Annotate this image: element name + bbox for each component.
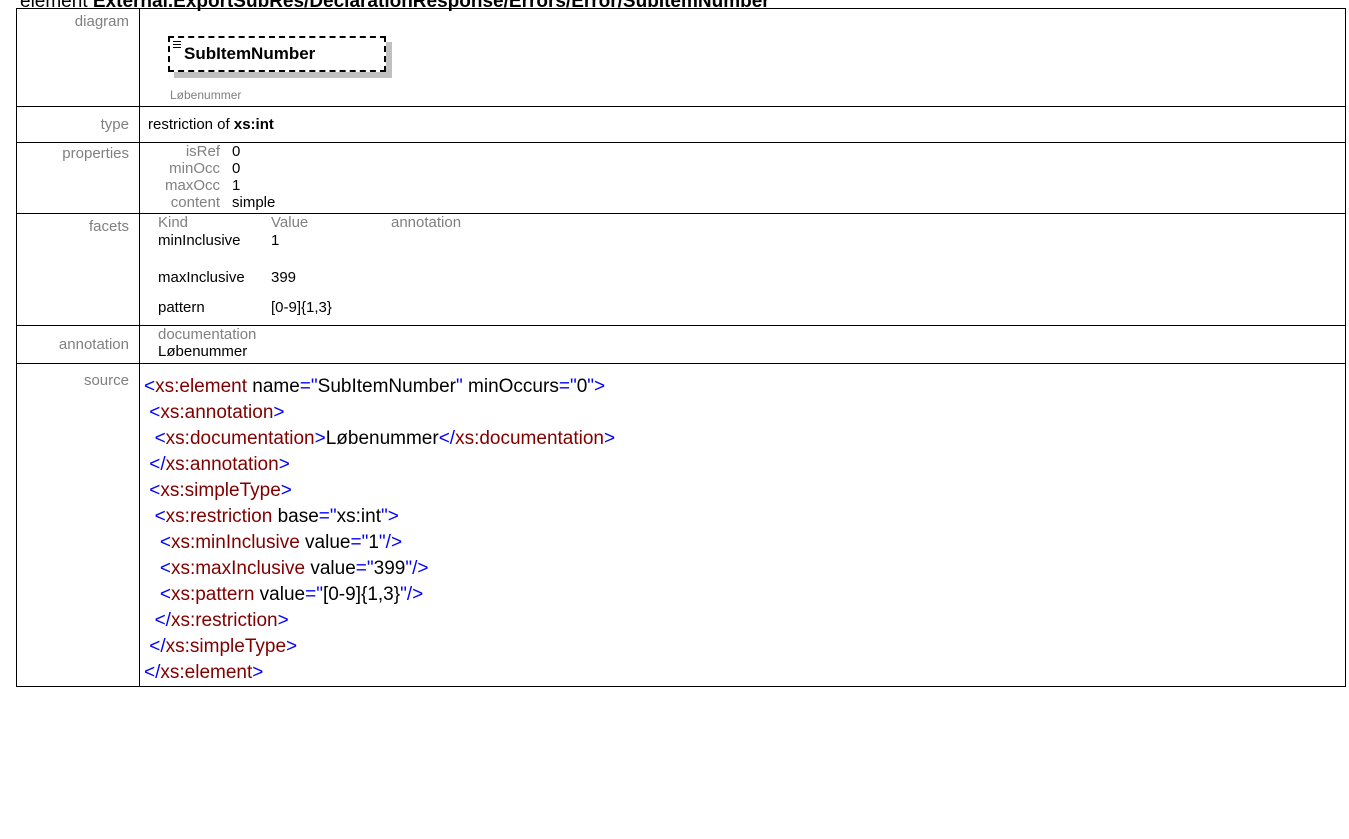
property-value: simple (232, 194, 276, 211)
facets-header-value: Value (271, 214, 309, 231)
source-line: <xs:annotation> (149, 402, 285, 423)
source-label: source (16, 363, 140, 687)
type-prefix: restriction of (148, 116, 234, 133)
type-base: xs:int (233, 116, 274, 133)
source-line: <xs:simpleType> (149, 480, 292, 501)
property-value: 0 (232, 160, 241, 177)
facets-header-row: Kind Value annotation (158, 214, 461, 232)
facets-header-kind: Kind (158, 214, 189, 231)
properties-table: isRef 0 minOcc 0 maxOcc 1 content simple (162, 143, 275, 211)
facets-row: facets Kind Value annotation minInclusiv… (16, 213, 1346, 326)
type-row: type restriction of xs:int (16, 106, 1346, 143)
facet-value: 399 (271, 268, 297, 286)
facets-table: Kind Value annotation minInclusive 1 max… (158, 214, 461, 322)
source-line: <xs:maxInclusive value="399"/> (159, 558, 429, 579)
properties-cell: isRef 0 minOcc 0 maxOcc 1 content simple (139, 142, 1346, 214)
diagram-row: diagram SubItemNumber Løbenummer (16, 8, 1346, 107)
source-line: </xs:element> (144, 662, 264, 683)
property-key: maxOcc (164, 177, 220, 194)
source-code: <xs:element name="SubItemNumber" minOccu… (144, 373, 1345, 686)
source-line: </xs:restriction> (154, 610, 289, 631)
facet-row: pattern [0-9]{1,3} (158, 292, 461, 322)
facet-value: 1 (271, 232, 280, 249)
facet-row: maxInclusive 399 (158, 262, 461, 292)
source-line: </xs:annotation> (149, 454, 290, 475)
properties-label: properties (16, 142, 140, 214)
type-cell: restriction of xs:int (139, 106, 1346, 143)
property-row: isRef 0 (162, 143, 275, 160)
element-node-doc: Løbenummer (170, 88, 242, 102)
property-key: minOcc (169, 160, 220, 177)
facet-kind: maxInclusive (158, 268, 245, 286)
annotation-cell: documentation Løbenummer (139, 325, 1346, 364)
annotation-header: documentation (158, 326, 257, 343)
element-doc-table: diagram SubItemNumber Løbenummer type re… (16, 8, 1346, 687)
source-cell: <xs:element name="SubItemNumber" minOccu… (139, 363, 1346, 687)
annotation-text: Løbenummer (158, 343, 248, 360)
diagram-label: diagram (16, 8, 140, 107)
source-line: </xs:simpleType> (149, 636, 298, 657)
annotation-row: annotation documentation Løbenummer (16, 325, 1346, 364)
source-line: <xs:pattern value="[0-9]{1,3}"/> (159, 584, 424, 605)
annotation-label: annotation (16, 325, 140, 364)
facets-label: facets (16, 213, 140, 326)
property-key: content (170, 194, 220, 211)
facets-cell: Kind Value annotation minInclusive 1 max… (139, 213, 1346, 326)
facet-kind: pattern (158, 298, 205, 316)
facet-value: [0-9]{1,3} (271, 298, 332, 316)
diagram-cell: SubItemNumber Løbenummer (139, 8, 1346, 107)
property-row: content simple (162, 194, 276, 211)
element-node-name: SubItemNumber (184, 44, 316, 63)
property-key: isRef (185, 143, 220, 160)
properties-row: properties isRef 0 minOcc 0 maxOcc 1 conten… (16, 142, 1346, 214)
property-row: maxOcc 1 (162, 177, 275, 194)
facet-annotation (391, 262, 461, 292)
source-line: <xs:restriction base="xs:int"> (154, 506, 399, 527)
source-row: source <xs:element name="SubItemNumber" … (16, 363, 1346, 687)
source-line: <xs:documentation>Løbenummer</xs:documen… (154, 428, 616, 449)
property-value: 1 (232, 177, 241, 194)
facet-row: minInclusive 1 (158, 232, 461, 262)
facet-annotation (391, 292, 461, 322)
type-label: type (16, 106, 140, 143)
source-line: <xs:element name="SubItemNumber" minOccu… (144, 376, 606, 397)
facets-header-annotation: annotation (391, 214, 462, 231)
diagram: SubItemNumber Løbenummer (148, 9, 1345, 104)
documentation-icon (173, 41, 181, 49)
element-node[interactable]: SubItemNumber (168, 36, 386, 72)
property-value: 0 (232, 143, 241, 160)
source-line: <xs:minInclusive value="1"/> (159, 532, 403, 553)
property-row: minOcc 0 (162, 160, 275, 177)
facet-annotation (391, 232, 461, 262)
facet-kind: minInclusive (158, 232, 241, 249)
